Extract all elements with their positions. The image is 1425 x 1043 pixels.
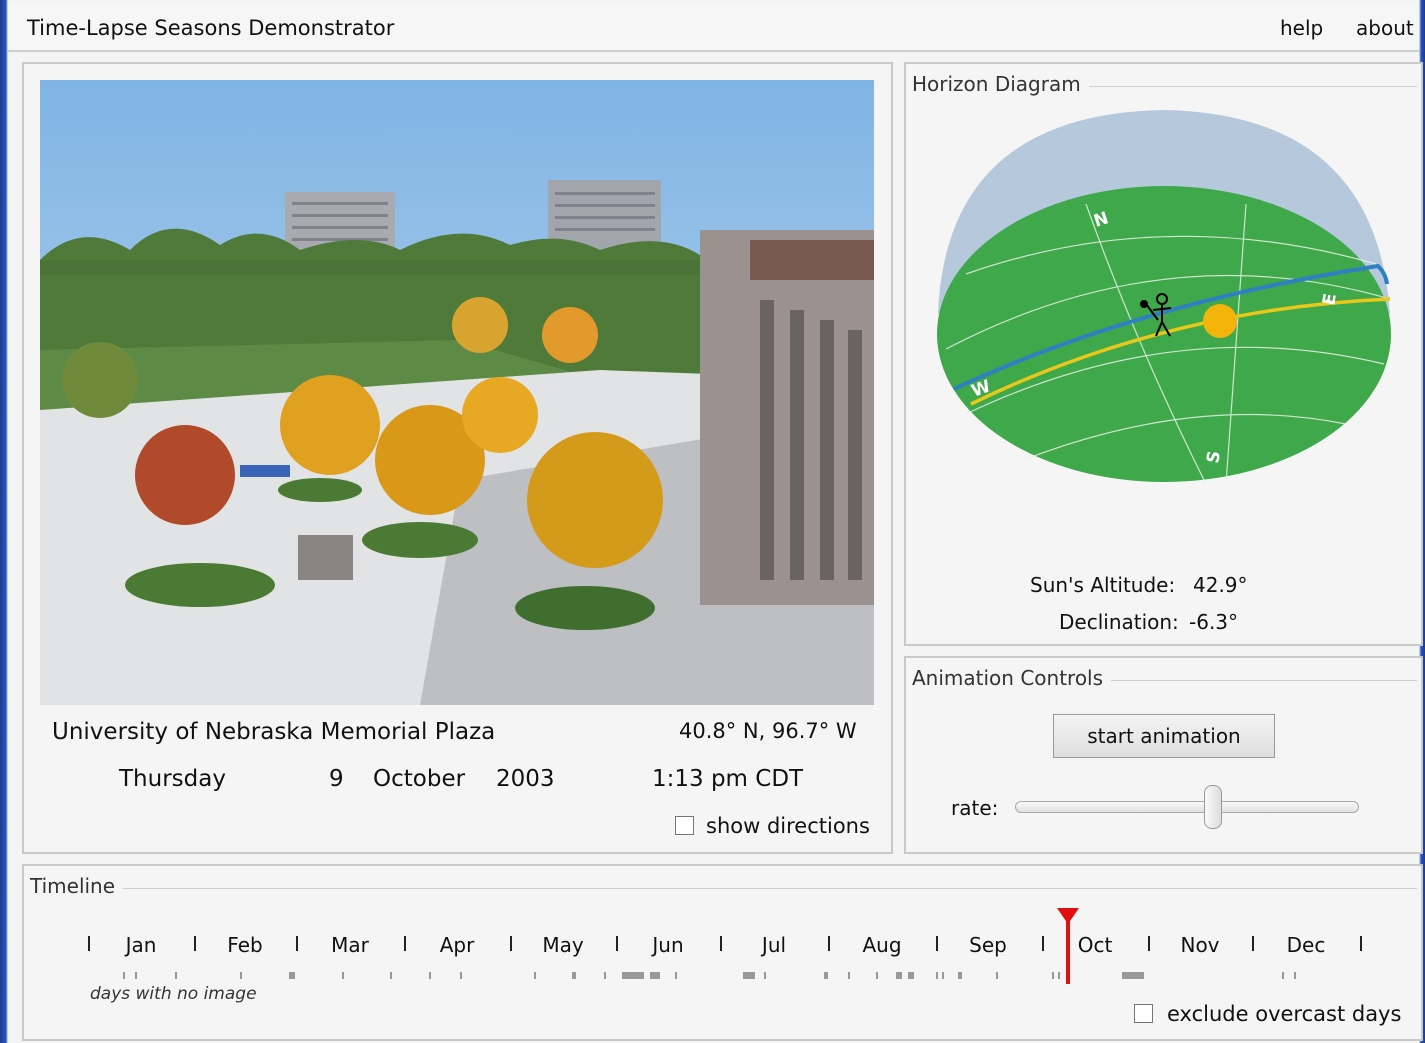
declination-value: -6.3° [1189, 610, 1239, 634]
declination-label: Declination: [1059, 610, 1179, 634]
missing-day-mark [289, 972, 295, 979]
missing-day-mark [650, 972, 660, 979]
month-label-dec: Dec [1286, 933, 1326, 957]
missing-day-mark [429, 972, 431, 979]
app-window: Time-Lapse Seasons Demonstrator help abo… [8, 4, 1423, 1041]
month-tick [1360, 936, 1362, 951]
exclude-overcast-checkbox[interactable] [1134, 1004, 1153, 1023]
month-label-oct: Oct [1077, 933, 1113, 957]
missing-day-mark [936, 972, 938, 979]
missing-day-mark [460, 972, 462, 979]
date-time: 1:13 pm CDT [652, 766, 804, 792]
missing-day-mark [1052, 972, 1054, 979]
scene-panel: University of Nebraska Memorial Plaza 40… [22, 62, 893, 854]
show-directions-label[interactable]: show directions [706, 814, 870, 838]
current-date-marker[interactable] [1055, 906, 1081, 984]
missing-day-mark [604, 972, 606, 979]
month-label-sep: Sep [969, 933, 1007, 957]
title-bar: Time-Lapse Seasons Demonstrator help abo… [8, 4, 1419, 52]
no-image-caption: days with no image [90, 984, 257, 1004]
missing-day-mark [848, 972, 850, 979]
month-tick [828, 936, 830, 951]
missing-day-mark [123, 972, 125, 979]
horizon-diagram: N E S W [937, 110, 1391, 485]
timeline-panel: Timeline Jan Feb Mar Apr May Jun Jul Aug [22, 864, 1423, 1041]
missing-day-mark [1294, 972, 1296, 979]
missing-day-mark [622, 972, 644, 979]
sun-altitude-value: 42.9° [1193, 573, 1248, 597]
missing-day-mark [896, 972, 902, 979]
sun-altitude-label: Sun's Altitude: [1030, 573, 1176, 597]
app-title: Time-Lapse Seasons Demonstrator [27, 16, 395, 40]
location-name: University of Nebraska Memorial Plaza [52, 719, 496, 745]
month-tick [936, 936, 938, 951]
horizon-legend: Horizon Diagram [912, 72, 1089, 96]
missing-day-mark [135, 972, 137, 979]
missing-day-mark [240, 972, 242, 979]
webcam-photo [40, 80, 874, 705]
missing-day-mark [342, 972, 344, 979]
rate-slider-thumb[interactable] [1204, 785, 1223, 829]
month-tick [1252, 936, 1254, 951]
missing-day-mark [958, 972, 962, 979]
missing-day-mark [390, 972, 392, 979]
month-tick [194, 936, 196, 951]
month-label-jun: Jun [652, 933, 684, 957]
date-month: October [373, 766, 466, 792]
help-link[interactable]: help [1280, 16, 1323, 40]
month-tick [510, 936, 512, 951]
missing-day-mark [743, 972, 755, 979]
exclude-overcast-label[interactable]: exclude overcast days [1167, 1002, 1401, 1026]
month-tick [88, 936, 90, 951]
month-label-mar: Mar [331, 933, 369, 957]
month-tick [1042, 936, 1044, 951]
month-label-apr: Apr [439, 933, 475, 957]
missing-day-mark [175, 972, 177, 979]
month-label-nov: Nov [1180, 933, 1220, 957]
plaza-photo [40, 80, 874, 705]
horizon-panel: Horizon Diagram N E S W Sun's Altitude: … [904, 62, 1423, 646]
missing-day-mark [764, 972, 766, 979]
date-year: 2003 [496, 766, 555, 792]
rate-slider-track[interactable] [1015, 801, 1359, 813]
location-coordinates: 40.8° N, 96.7° W [679, 719, 857, 743]
animation-panel: Animation Controls start animation rate: [904, 656, 1423, 854]
missing-day-mark [876, 972, 878, 979]
animation-legend: Animation Controls [912, 666, 1112, 690]
missing-day-mark [942, 972, 944, 979]
missing-day-mark [996, 972, 998, 979]
month-tick [720, 936, 722, 951]
start-animation-button[interactable]: start animation [1053, 714, 1275, 758]
date-weekday: Thursday [119, 766, 226, 792]
missing-day-mark [824, 972, 828, 979]
show-directions-checkbox[interactable] [675, 816, 694, 835]
month-tick [404, 936, 406, 951]
month-label-jan: Jan [125, 933, 157, 957]
missing-day-mark [572, 972, 576, 979]
month-tick [616, 936, 618, 951]
missing-day-mark [1122, 972, 1144, 979]
month-tick [1148, 936, 1150, 951]
missing-day-mark [908, 972, 914, 979]
missing-day-mark [534, 972, 536, 979]
month-tick [296, 936, 298, 951]
date-day: 9 [329, 766, 344, 792]
month-label-may: May [542, 933, 584, 957]
sun-icon [1203, 304, 1237, 338]
month-label-feb: Feb [227, 933, 263, 957]
month-label-aug: Aug [862, 933, 902, 957]
rate-label: rate: [951, 796, 999, 820]
month-label-jul: Jul [761, 933, 787, 957]
about-link[interactable]: about [1356, 16, 1414, 40]
missing-day-mark [1282, 972, 1284, 979]
missing-day-mark [675, 972, 677, 979]
